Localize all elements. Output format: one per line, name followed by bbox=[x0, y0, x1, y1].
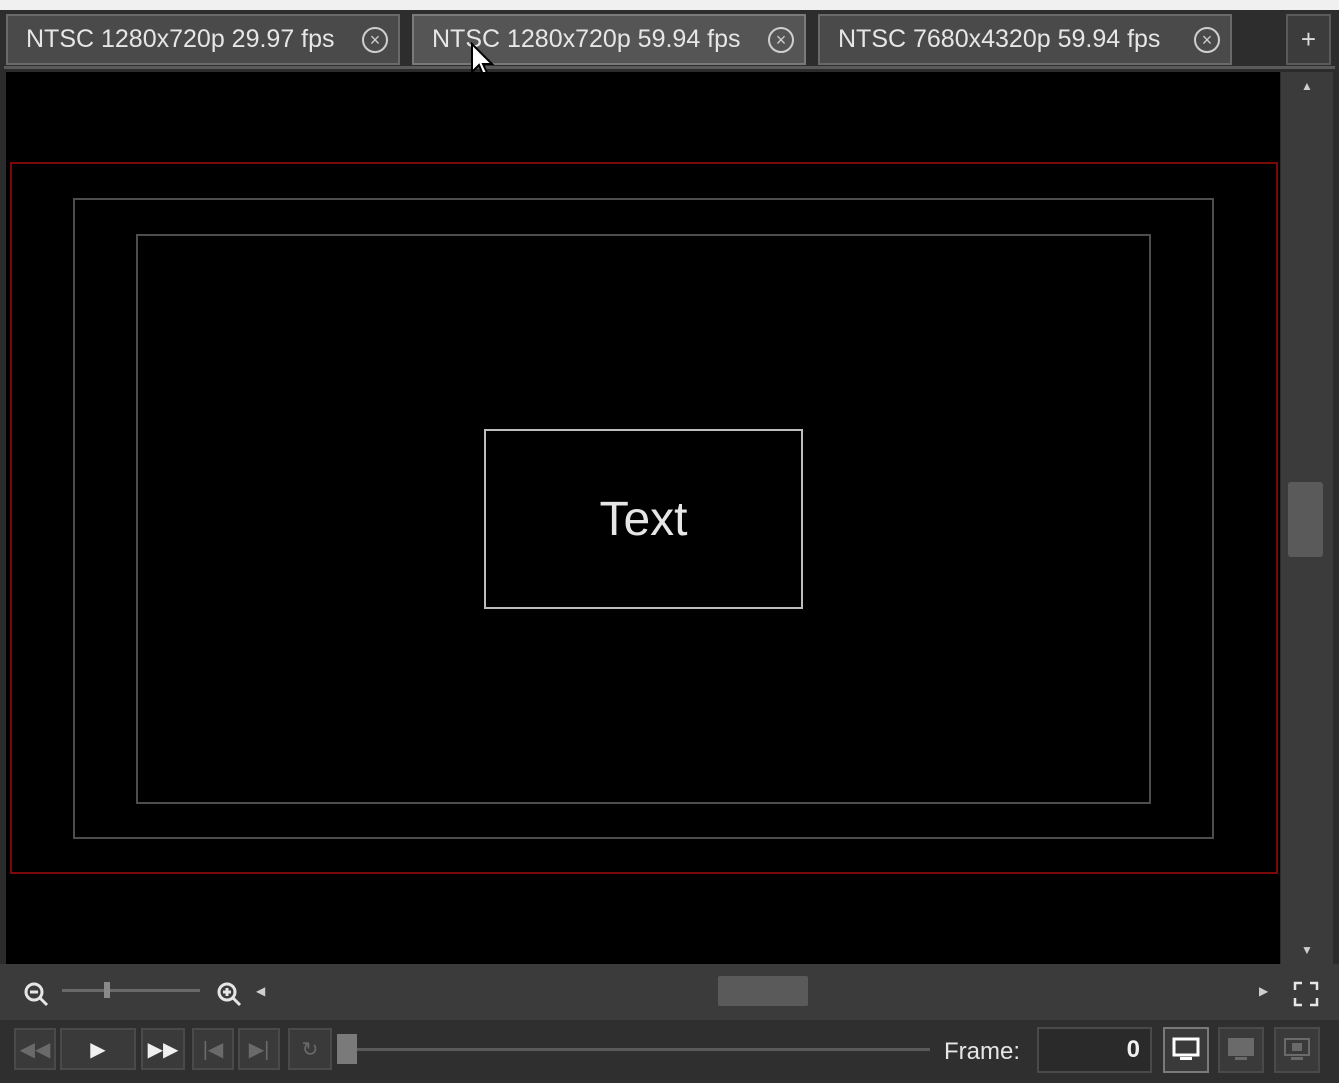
scroll-up-icon[interactable]: ▲ bbox=[1281, 74, 1333, 98]
tab-bar: NTSC 1280x720p 29.97 fps × NTSC 1280x720… bbox=[0, 0, 1339, 70]
tab-ntsc-1280x720p-29-97[interactable]: NTSC 1280x720p 29.97 fps × bbox=[6, 14, 400, 65]
timeline-track[interactable] bbox=[355, 1048, 930, 1051]
add-tab-button[interactable]: + bbox=[1286, 14, 1331, 65]
rewind-icon[interactable]: ◀◀ bbox=[14, 1028, 56, 1070]
zoom-slider-thumb[interactable] bbox=[104, 982, 110, 998]
frame-input[interactable]: 0 bbox=[1037, 1027, 1152, 1073]
preview-icon[interactable] bbox=[1274, 1027, 1320, 1073]
close-icon[interactable]: × bbox=[362, 27, 388, 53]
tab-label: NTSC 1280x720p 29.97 fps bbox=[26, 25, 335, 53]
frame-label: Frame: bbox=[944, 1038, 1021, 1065]
loop-icon[interactable]: ↻ bbox=[288, 1028, 332, 1070]
zoom-bar: ◀ ▶ bbox=[0, 964, 1339, 1020]
close-icon[interactable]: × bbox=[1194, 27, 1220, 53]
fullscreen-icon[interactable] bbox=[1290, 978, 1322, 1010]
monitor-icon[interactable] bbox=[1163, 1027, 1209, 1073]
fast-forward-icon[interactable]: ▶▶ bbox=[141, 1028, 185, 1070]
horizontal-scroll-thumb[interactable] bbox=[718, 976, 808, 1006]
zoom-slider-track[interactable] bbox=[62, 989, 200, 992]
timeline-thumb[interactable] bbox=[337, 1034, 357, 1064]
zoom-in-icon[interactable] bbox=[213, 978, 245, 1010]
scroll-right-icon[interactable]: ▶ bbox=[1259, 984, 1268, 998]
go-to-end-icon[interactable]: ▶| bbox=[238, 1028, 280, 1070]
play-icon[interactable]: ▶ bbox=[60, 1028, 136, 1070]
tab-ntsc-7680x4320p-59-94[interactable]: NTSC 7680x4320p 59.94 fps × bbox=[818, 14, 1232, 65]
tab-bar-divider bbox=[4, 66, 1335, 69]
scroll-down-icon[interactable]: ▼ bbox=[1281, 938, 1333, 962]
text-element[interactable]: Text bbox=[484, 429, 803, 609]
close-icon[interactable]: × bbox=[768, 27, 794, 53]
go-to-start-icon[interactable]: |◀ bbox=[192, 1028, 234, 1070]
vertical-scroll-thumb[interactable] bbox=[1288, 482, 1323, 557]
transport-bar: ◀◀ ▶ ▶▶ |◀ ▶| ↻ Frame: 0 bbox=[0, 1020, 1339, 1083]
safe-area-icon[interactable] bbox=[1218, 1027, 1264, 1073]
canvas-viewport[interactable]: Text bbox=[6, 72, 1280, 964]
zoom-out-icon[interactable] bbox=[20, 978, 52, 1010]
scroll-left-icon[interactable]: ◀ bbox=[256, 984, 265, 998]
tab-label: NTSC 7680x4320p 59.94 fps bbox=[838, 25, 1161, 53]
vertical-scrollbar[interactable]: ▲ ▼ bbox=[1281, 72, 1333, 964]
